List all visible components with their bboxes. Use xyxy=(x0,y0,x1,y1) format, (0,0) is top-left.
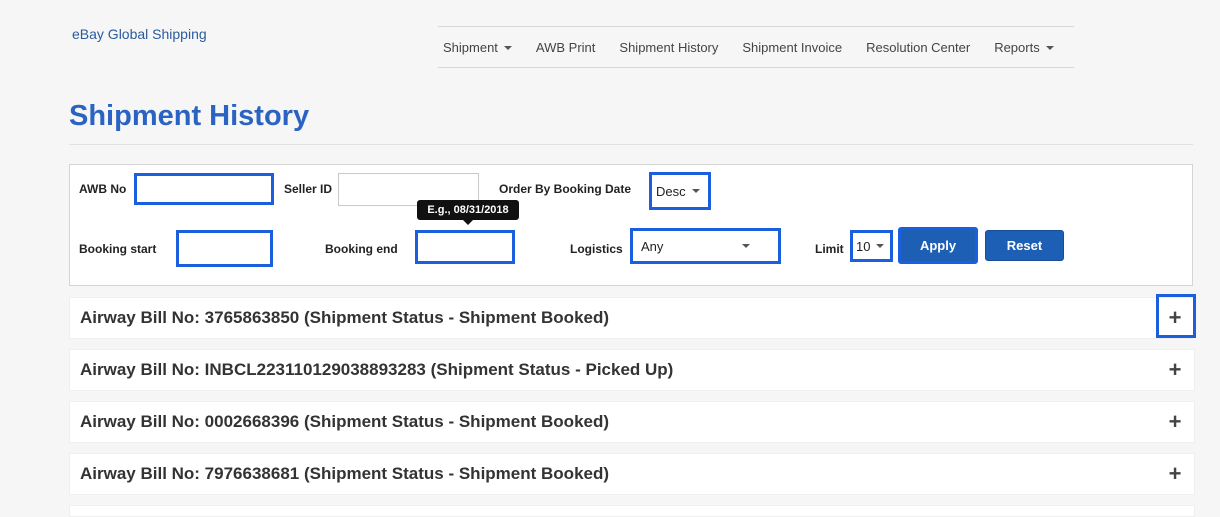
limit-label: Limit xyxy=(815,242,844,256)
nav-awb-print[interactable]: AWB Print xyxy=(531,40,595,55)
order-by-select[interactable]: Desc xyxy=(649,172,711,210)
expand-highlight xyxy=(1156,294,1196,338)
title-divider xyxy=(69,144,1193,145)
shipment-row-partial xyxy=(69,505,1195,517)
limit-value: 10 xyxy=(856,238,871,254)
shipment-row[interactable]: Airway Bill No: 7976638681 (Shipment Sta… xyxy=(69,453,1195,495)
apply-button[interactable]: Apply xyxy=(898,227,978,264)
booking-end-label: Booking end xyxy=(325,242,398,256)
chevron-down-icon xyxy=(742,244,750,248)
nav-reports[interactable]: Reports xyxy=(989,40,1054,55)
nav-shipment[interactable]: Shipment xyxy=(438,40,512,55)
chevron-down-icon xyxy=(503,46,512,51)
plus-icon[interactable]: + xyxy=(1163,462,1187,486)
nav-shipment-label: Shipment xyxy=(443,39,498,55)
limit-select[interactable]: 10 xyxy=(850,230,893,262)
tooltip-arrow xyxy=(463,220,473,225)
nav-shipment-invoice[interactable]: Shipment Invoice xyxy=(737,40,842,55)
booking-end-input[interactable] xyxy=(415,230,515,264)
logistics-label: Logistics xyxy=(570,242,623,256)
nav-resolution-center[interactable]: Resolution Center xyxy=(861,40,970,55)
chevron-down-icon xyxy=(876,244,884,248)
seller-id-label: Seller ID xyxy=(284,182,333,196)
booking-end-tooltip: E.g., 08/31/2018 xyxy=(417,200,519,220)
shipment-row-title: Airway Bill No: INBCL223110129038893283 … xyxy=(80,360,674,379)
reset-button[interactable]: Reset xyxy=(985,230,1064,261)
nav-shipment-history[interactable]: Shipment History xyxy=(614,40,718,55)
logistics-select[interactable]: Any xyxy=(630,228,781,264)
plus-icon[interactable]: + xyxy=(1163,410,1187,434)
chevron-down-icon xyxy=(692,189,700,193)
shipment-row-title: Airway Bill No: 0002668396 (Shipment Sta… xyxy=(80,412,610,431)
logistics-value: Any xyxy=(641,238,664,254)
booking-start-input[interactable] xyxy=(176,230,273,267)
booking-start-label: Booking start xyxy=(79,242,157,256)
awb-label: AWB No xyxy=(79,182,127,196)
page-title: Shipment History xyxy=(69,100,310,132)
order-by-value: Desc xyxy=(656,183,686,199)
chevron-down-icon xyxy=(1045,46,1054,51)
shipment-row[interactable]: Airway Bill No: 0002668396 (Shipment Sta… xyxy=(69,401,1195,443)
shipment-row-title: Airway Bill No: 3765863850 (Shipment Sta… xyxy=(80,308,610,327)
nav-reports-label: Reports xyxy=(994,39,1040,55)
brand-link[interactable]: eBay Global Shipping xyxy=(72,26,207,42)
order-by-label: Order By Booking Date xyxy=(499,182,632,196)
shipment-row-title: Airway Bill No: 7976638681 (Shipment Sta… xyxy=(80,464,610,483)
awb-input[interactable] xyxy=(134,173,274,205)
top-navigation: Shipment AWB Print Shipment History Ship… xyxy=(438,26,1074,68)
plus-icon[interactable]: + xyxy=(1163,358,1187,382)
shipment-row[interactable]: Airway Bill No: INBCL223110129038893283 … xyxy=(69,349,1195,391)
shipment-row[interactable]: Airway Bill No: 3765863850 (Shipment Sta… xyxy=(69,297,1195,339)
